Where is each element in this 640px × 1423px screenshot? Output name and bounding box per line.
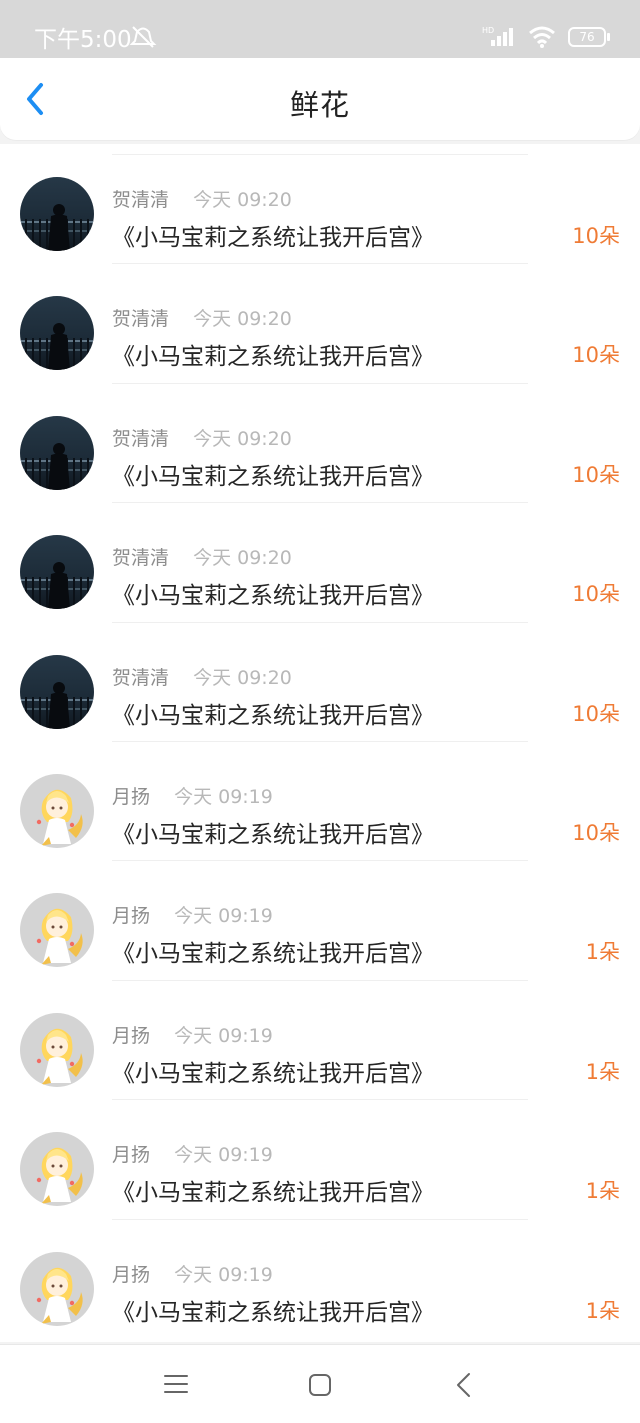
- item-meta: 月扬 今天 09:19: [112, 782, 273, 809]
- flower-count: 10朵: [572, 462, 620, 487]
- dark-night-avatar-icon: [20, 296, 94, 371]
- flower-count: 1朵: [585, 1298, 620, 1323]
- system-navigation-bar: [0, 1344, 640, 1423]
- avatar[interactable]: [20, 1132, 94, 1207]
- time-label: 今天 09:20: [193, 308, 292, 331]
- book-title: 《小马宝莉之系统让我开后宫》: [112, 1299, 434, 1326]
- user-name: 贺清清: [112, 666, 170, 689]
- flower-count: 1朵: [585, 1059, 620, 1084]
- avatar[interactable]: [20, 1012, 94, 1087]
- time-label: 今天 09:19: [174, 785, 273, 808]
- avatar[interactable]: [20, 654, 94, 729]
- user-name: 贺清清: [112, 547, 170, 570]
- flower-count: 10朵: [572, 701, 620, 726]
- avatar[interactable]: [20, 893, 94, 968]
- item-meta: 贺清清 今天 09:20: [112, 543, 292, 570]
- flower-list-item[interactable]: 月扬 今天 09:19 《小马宝莉之系统让我开后宫》 10朵: [0, 740, 640, 860]
- header-bar: 鲜花: [0, 58, 640, 140]
- time-label: 今天 09:19: [174, 1263, 273, 1286]
- dark-night-avatar-icon: [20, 177, 94, 251]
- item-meta: 贺清清 今天 09:20: [112, 185, 292, 212]
- avatar[interactable]: [20, 535, 94, 610]
- flower-list-item[interactable]: 月扬 今天 09:19 《小马宝莉之系统让我开后宫》 1朵: [0, 1218, 640, 1338]
- flower-list-item[interactable]: 贺清清 今天 09:20 《小马宝莉之系统让我开后宫》 10朵: [0, 263, 640, 382]
- dark-night-avatar-icon: [20, 535, 94, 610]
- battery-icon: 76: [568, 27, 610, 47]
- svg-text:HD: HD: [482, 26, 494, 35]
- dark-night-avatar-icon: [20, 415, 94, 490]
- home-square-icon: [309, 1374, 331, 1396]
- flower-count: 1朵: [585, 1179, 620, 1204]
- time-label: 今天 09:20: [193, 547, 292, 570]
- menu-icon: [164, 1375, 188, 1393]
- anime-girl-avatar-icon: [20, 1132, 94, 1207]
- avatar[interactable]: [20, 415, 94, 490]
- user-name: 贺清清: [112, 189, 170, 211]
- anime-girl-avatar-icon: [20, 1012, 94, 1087]
- page-title: 鲜花: [289, 88, 350, 122]
- flower-list-item[interactable]: 贺清清 今天 09:20 《小马宝莉之系统让我开后宫》 10朵: [0, 502, 640, 621]
- status-time: 下午5:00: [34, 27, 132, 53]
- status-bar: 下午5:00 HD 76: [0, 0, 640, 62]
- user-name: 月扬: [112, 1024, 151, 1047]
- flower-list-item[interactable]: 贺清清 今天 09:20 《小马宝莉之系统让我开后宫》 10朵: [0, 144, 640, 263]
- book-title: 《小马宝莉之系统让我开后宫》: [112, 463, 434, 490]
- time-label: 今天 09:19: [174, 905, 273, 928]
- user-name: 月扬: [112, 1263, 151, 1286]
- book-title: 《小马宝莉之系统让我开后宫》: [112, 344, 434, 371]
- book-title: 《小马宝莉之系统让我开后宫》: [112, 1060, 434, 1087]
- flower-list-item[interactable]: 月扬 今天 09:19 《小马宝莉之系统让我开后宫》 1朵: [0, 1099, 640, 1218]
- avatar[interactable]: [20, 773, 94, 848]
- flower-list-item[interactable]: 月扬 今天 09:19 《小马宝莉之系统让我开后宫》 1朵: [0, 979, 640, 1099]
- anime-girl-avatar-icon: [20, 893, 94, 968]
- time-label: 今天 09:20: [193, 666, 292, 689]
- system-back-button[interactable]: [454, 1372, 474, 1402]
- signal-icon: HD: [482, 26, 513, 46]
- item-meta: 贺清清 今天 09:20: [112, 663, 292, 690]
- anime-girl-avatar-icon: [20, 773, 94, 848]
- user-name: 月扬: [112, 1144, 151, 1167]
- anime-girl-avatar-icon: [20, 1251, 94, 1326]
- flower-list-item[interactable]: 月扬 今天 09:19 《小马宝莉之系统让我开后宫》 1朵: [0, 860, 640, 979]
- flower-count: 10朵: [572, 343, 620, 368]
- item-meta: 月扬 今天 09:19: [112, 901, 273, 928]
- status-icons: HD 76: [482, 25, 610, 49]
- time-label: 今天 09:19: [174, 1144, 273, 1167]
- flower-list-item[interactable]: 贺清清 今天 09:20 《小马宝莉之系统让我开后宫》 10朵: [0, 621, 640, 741]
- item-meta: 月扬 今天 09:19: [112, 1021, 273, 1048]
- home-button[interactable]: [307, 1372, 333, 1402]
- item-meta: 贺清清 今天 09:20: [112, 304, 292, 331]
- avatar[interactable]: [20, 1251, 94, 1326]
- book-title: 《小马宝莉之系统让我开后宫》: [112, 702, 434, 729]
- flower-list-item[interactable]: 贺清清 今天 09:20 《小马宝莉之系统让我开后宫》 10朵: [0, 382, 640, 502]
- user-name: 月扬: [112, 785, 151, 808]
- time-label: 今天 09:20: [193, 427, 292, 450]
- time-label: 今天 09:20: [193, 189, 292, 211]
- book-title: 《小马宝莉之系统让我开后宫》: [112, 941, 434, 968]
- book-title: 《小马宝莉之系统让我开后宫》: [112, 225, 434, 251]
- user-name: 贺清清: [112, 427, 170, 450]
- book-title: 《小马宝莉之系统让我开后宫》: [112, 1180, 434, 1207]
- book-title: 《小马宝莉之系统让我开后宫》: [112, 583, 434, 610]
- flower-count: 10朵: [572, 582, 620, 607]
- item-meta: 月扬 今天 09:19: [112, 1140, 273, 1167]
- avatar[interactable]: [20, 296, 94, 371]
- flower-count: 10朵: [572, 820, 620, 845]
- book-title: 《小马宝莉之系统让我开后宫》: [112, 821, 434, 848]
- item-meta: 月扬 今天 09:19: [112, 1260, 273, 1287]
- user-name: 月扬: [112, 905, 151, 928]
- user-name: 贺清清: [112, 308, 170, 331]
- wifi-icon: [529, 26, 555, 48]
- menu-button[interactable]: [164, 1372, 188, 1400]
- dark-night-avatar-icon: [20, 654, 94, 729]
- mute-icon: [129, 26, 157, 48]
- flower-count: 10朵: [572, 224, 620, 248]
- flower-list: 贺清清 今天 09:20 《小马宝莉之系统让我开后宫》 10朵 贺清清 今天 0…: [0, 144, 640, 1342]
- avatar[interactable]: [20, 177, 94, 251]
- time-label: 今天 09:19: [174, 1024, 273, 1047]
- item-meta: 贺清清 今天 09:20: [112, 424, 292, 451]
- flower-count: 1朵: [585, 940, 620, 965]
- chevron-left-icon: [457, 1373, 470, 1397]
